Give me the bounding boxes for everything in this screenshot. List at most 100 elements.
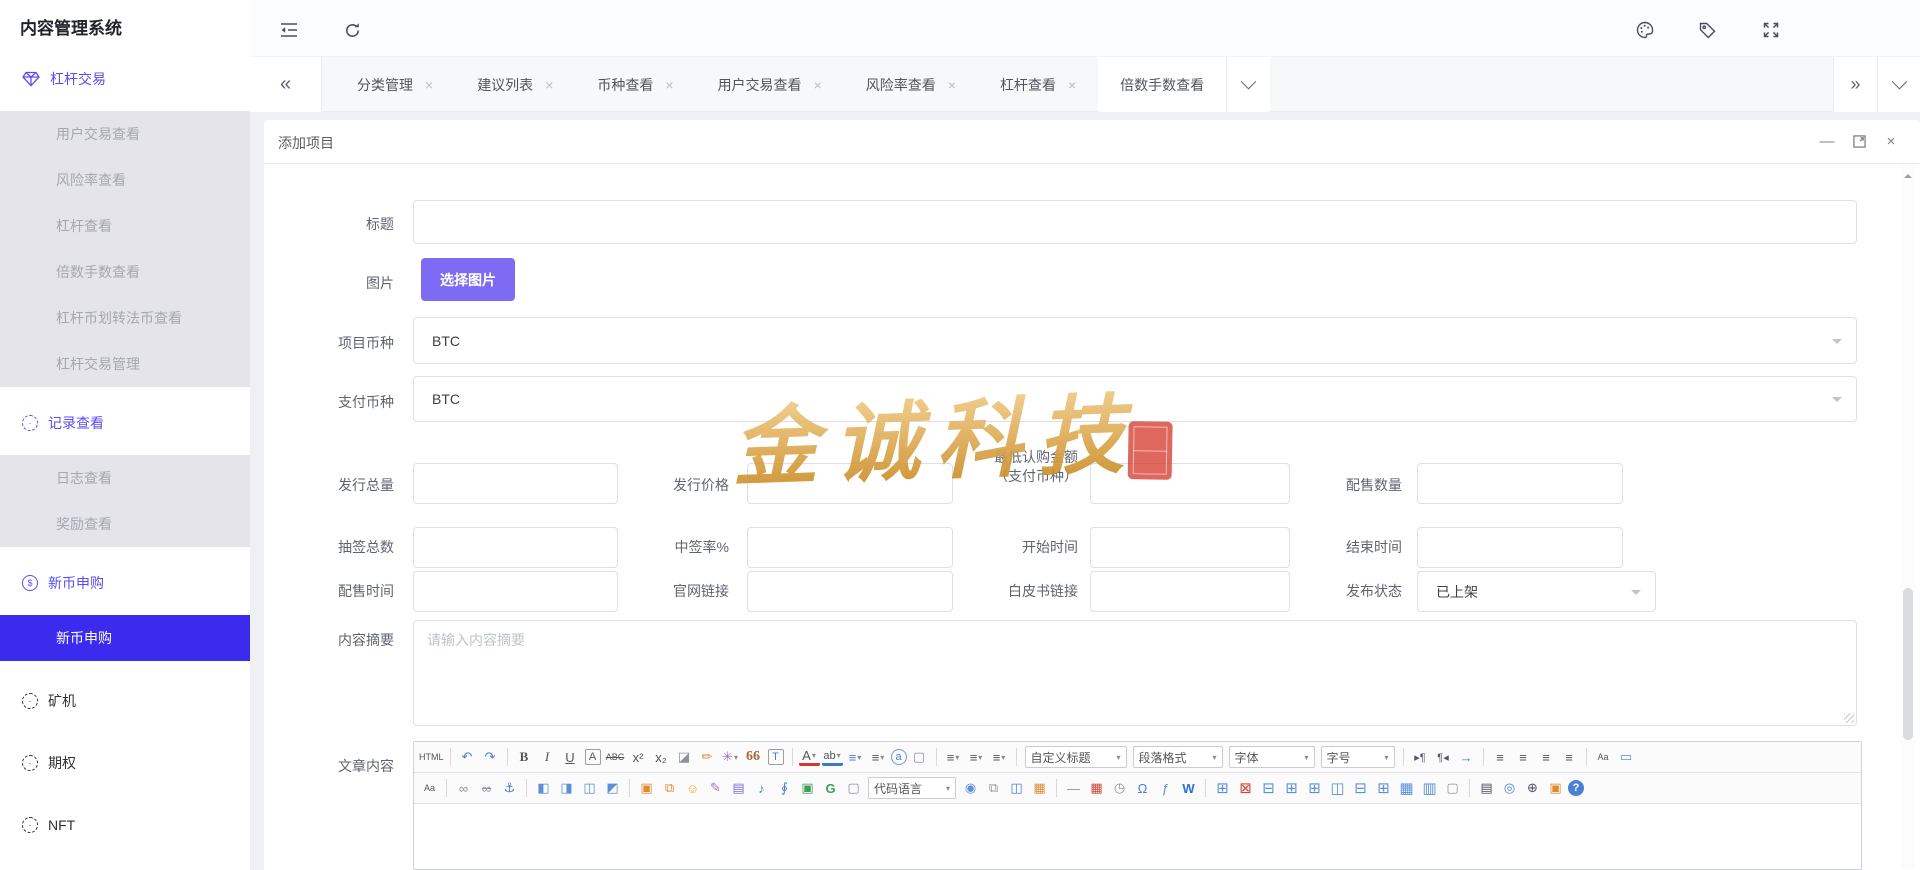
allot-quantity-input[interactable] — [1417, 463, 1623, 504]
paragraph-spacing-before-icon[interactable]: ≡ ▾ — [943, 746, 964, 768]
active-tab-dropdown-button[interactable] — [1226, 57, 1271, 112]
find-replace-icon[interactable]: ⊕ — [1522, 777, 1543, 799]
preview-screen-icon[interactable]: ▭ — [1616, 746, 1637, 768]
undo-icon[interactable]: ↶ — [457, 746, 478, 768]
choose-image-button[interactable]: 选择图片 — [421, 258, 515, 301]
close-button[interactable]: × — [1882, 132, 1900, 150]
app-icon[interactable]: ◉ — [960, 777, 981, 799]
tab--[interactable]: 风险率查看 × — [844, 57, 978, 112]
two-columns-icon[interactable]: ◫ — [1006, 777, 1027, 799]
align-left-icon[interactable]: ≡ — [1490, 746, 1511, 768]
font-family-select[interactable]: 字体 ▾ — [1228, 746, 1315, 768]
doc-page-icon[interactable]: ▢ — [843, 777, 864, 799]
tab-close-icon[interactable]: × — [665, 77, 673, 93]
new-page-icon[interactable]: ▢ — [909, 746, 930, 768]
refresh-icon[interactable] — [341, 19, 363, 41]
sidebar-subitem--[interactable]: 日志查看 — [0, 455, 250, 501]
rtl-icon[interactable]: ¶◂ — [1433, 746, 1454, 768]
sidebar-subitem--[interactable]: 用户交易查看 — [0, 111, 250, 157]
editor-content-area[interactable] — [414, 804, 1861, 868]
align-center-icon[interactable]: ≡ — [1513, 746, 1534, 768]
eraser-icon[interactable]: ◪ — [674, 746, 695, 768]
paragraph-spacing-after-icon[interactable]: ≡ ▾ — [966, 746, 987, 768]
word-import-icon[interactable]: W — [1178, 777, 1199, 799]
sidebar-item--[interactable]: · 矿机 — [0, 679, 250, 723]
highlight-color-icon[interactable]: ab ▾ — [821, 749, 843, 766]
tab--[interactable]: 杠杆查看 × — [978, 57, 1098, 112]
paragraph-format-select[interactable]: 段落格式 ▾ — [1132, 746, 1223, 768]
merge-cells-icon[interactable]: ◫ — [1327, 777, 1348, 799]
tab-close-icon[interactable]: × — [425, 77, 433, 93]
help-icon[interactable]: ? — [1568, 780, 1584, 796]
page-break-icon[interactable]: ⧉ — [983, 777, 1004, 799]
font-color-icon[interactable]: A ▾ — [798, 748, 820, 766]
tabs-scroll-right-button[interactable]: » — [1833, 57, 1877, 112]
scrawl-icon[interactable]: ✎ — [705, 777, 726, 799]
insert-row-below-icon[interactable]: ⊞ — [1373, 777, 1394, 799]
table-stripe-icon[interactable]: ▥ — [1419, 777, 1440, 799]
google-map-icon[interactable]: G — [820, 777, 841, 799]
underline-icon[interactable]: U — [560, 746, 581, 768]
sidebar-item--[interactable]: 杠杆交易 — [0, 57, 250, 101]
fullscreen-icon[interactable] — [1760, 19, 1782, 41]
font-size-select[interactable]: 字号 ▾ — [1320, 746, 1395, 768]
sidebar-subitem--[interactable]: 奖励查看 — [0, 501, 250, 547]
paste-icon[interactable]: ▣ — [1545, 777, 1566, 799]
ordered-list-icon[interactable]: ≡ ▾ — [845, 746, 866, 768]
vertical-scrollbar[interactable] — [1901, 164, 1915, 869]
paste-plain-icon[interactable]: T — [767, 749, 784, 765]
align-right-icon[interactable]: ≡ — [1536, 746, 1557, 768]
case-switch-icon[interactable]: Aa — [1593, 746, 1614, 768]
table-disabled-icon[interactable]: ▢ — [1442, 777, 1463, 799]
end-time-input[interactable] — [1417, 527, 1623, 568]
redo-icon[interactable]: ↷ — [480, 746, 501, 768]
strikethrough-icon[interactable]: ABC — [605, 746, 626, 768]
preview-icon[interactable]: ◎ — [1499, 777, 1520, 799]
sidebar-subitem--[interactable]: 杠杆交易管理 — [0, 341, 250, 387]
font-border-icon[interactable]: A — [584, 749, 601, 765]
case-switch2-icon[interactable]: Aa — [419, 777, 440, 799]
tab-close-icon[interactable]: × — [814, 77, 822, 93]
website-link-input[interactable] — [747, 571, 953, 612]
min-subscribe-amount-input[interactable] — [1090, 463, 1290, 504]
allot-time-input[interactable] — [413, 571, 618, 612]
tab--[interactable]: 币种查看 × — [575, 57, 695, 112]
theme-palette-icon[interactable] — [1634, 19, 1656, 41]
sidebar-subitem--[interactable]: 杠杆币划转法币查看 — [0, 295, 250, 341]
insert-date-icon[interactable]: ▦ — [1086, 777, 1107, 799]
insert-row-icon[interactable]: ⊞ — [1281, 777, 1302, 799]
table-full-icon[interactable]: ▦ — [1396, 777, 1417, 799]
win-rate-input[interactable] — [747, 527, 953, 568]
tab--[interactable]: 用户交易查看 × — [696, 57, 844, 112]
horizontal-rule-icon[interactable]: — — [1063, 777, 1084, 799]
photo-album-icon[interactable]: ⧉ — [659, 777, 680, 799]
insert-image-icon[interactable]: ▣ — [636, 777, 657, 799]
sidebar-item-nft[interactable]: · NFT — [0, 803, 250, 847]
split-cells-icon[interactable]: ⊟ — [1350, 777, 1371, 799]
scroll-up-arrow-icon[interactable] — [1904, 170, 1912, 178]
sidebar-subitem--[interactable]: 倍数手数查看 — [0, 249, 250, 295]
insert-col-icon[interactable]: ⊞ — [1304, 777, 1325, 799]
template-icon[interactable]: ▦ — [1029, 777, 1050, 799]
anchor-icon[interactable]: ⚓ — [499, 777, 520, 799]
tabs-collapse-button[interactable] — [1877, 57, 1920, 112]
emoji-icon[interactable]: ☺ — [682, 777, 703, 799]
blockquote-icon[interactable]: 66 — [743, 746, 764, 768]
sidebar-item--[interactable]: $ 新币申购 — [0, 561, 250, 605]
collapse-menu-icon[interactable] — [278, 19, 300, 41]
start-time-input[interactable] — [1090, 527, 1290, 568]
summary-textarea[interactable]: 请输入内容摘要 — [413, 620, 1857, 726]
custom-title-select[interactable]: 自定义标题 ▾ — [1024, 746, 1127, 768]
tab-close-icon[interactable]: × — [948, 77, 956, 93]
lowercase-style-icon[interactable]: a — [890, 749, 907, 765]
format-brush-icon[interactable]: ✏ — [697, 746, 718, 768]
scrollbar-thumb[interactable] — [1903, 588, 1913, 740]
ltr-icon[interactable]: ▸¶ — [1410, 746, 1431, 768]
unlink-icon[interactable]: ∞ — [476, 777, 497, 799]
sidebar-item--[interactable]: · 期权 — [0, 741, 250, 785]
special-char-icon[interactable]: Ω — [1132, 777, 1153, 799]
superscript-icon[interactable]: x² — [628, 746, 649, 768]
formula-icon[interactable]: ƒ — [1155, 777, 1176, 799]
bold-icon[interactable]: B — [514, 746, 535, 768]
indent-icon[interactable]: → — [1456, 746, 1477, 768]
